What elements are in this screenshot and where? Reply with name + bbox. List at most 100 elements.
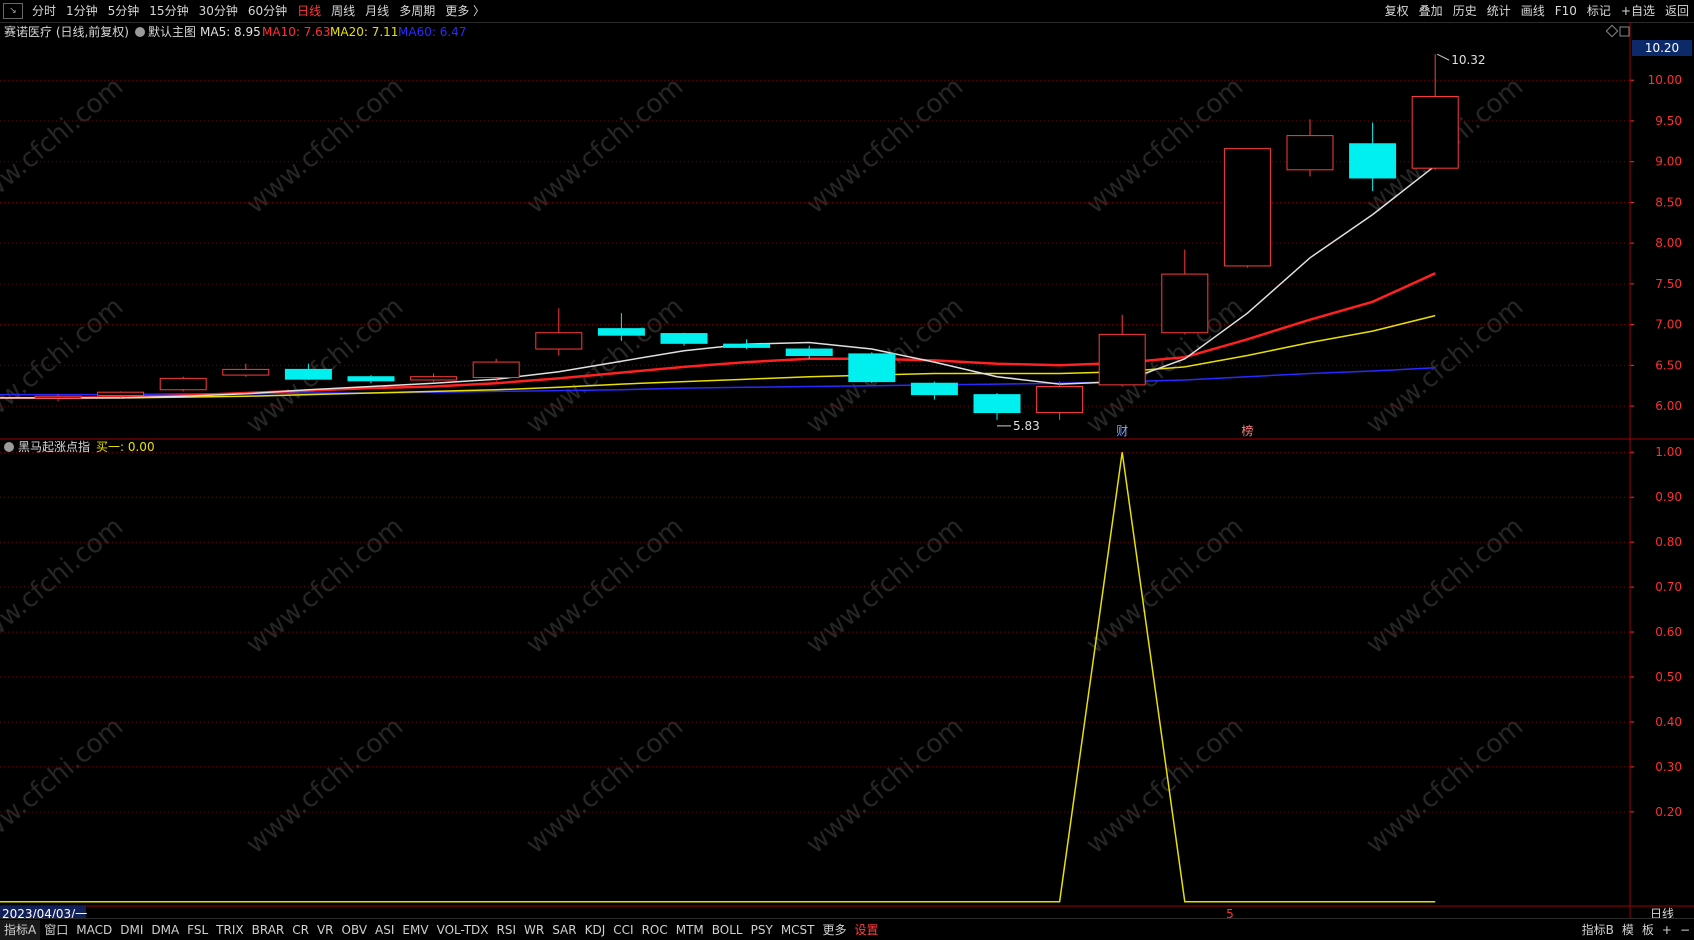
period-corner-label: 日线 — [1650, 907, 1674, 918]
indicator-axis-label: 0.40 — [1655, 715, 1682, 729]
watermark-text: www.cfchi.com — [521, 292, 690, 440]
high-price-label: 10.32 — [1451, 53, 1485, 67]
sub-indicator-value: 买一: 0.00 — [96, 440, 155, 454]
toolbar-button[interactable]: 叠加 — [1414, 0, 1448, 22]
watermark-text: www.cfchi.com — [0, 512, 129, 660]
indicator-tab[interactable]: DMI — [116, 920, 147, 940]
price-axis-label: 6.50 — [1655, 358, 1682, 372]
candle-body-up — [1161, 273, 1209, 334]
ma-value-label: MA10: 7.63 — [262, 25, 330, 39]
indicator-tab[interactable]: MACD — [72, 920, 116, 940]
watermark-text: www.cfchi.com — [241, 72, 410, 220]
toolbar-button[interactable]: 画线 — [1516, 0, 1550, 22]
indicator-tab[interactable]: 指标A — [0, 919, 41, 940]
price-axis-label: 8.50 — [1655, 195, 1682, 209]
indicator-axis-label: 0.90 — [1655, 490, 1682, 504]
candle-body-up — [1411, 96, 1459, 169]
indicator-tab[interactable]: 设置 — [851, 920, 883, 940]
watermark-text: www.cfchi.com — [1361, 512, 1530, 660]
last-price-text: 10.20 — [1645, 41, 1679, 55]
event-marker: 榜 — [1241, 423, 1253, 438]
low-price-label: 5.83 — [1013, 419, 1040, 433]
indicator-tab[interactable]: PSY — [747, 920, 777, 940]
date-label: 2023/04/03/一 — [2, 907, 87, 918]
indicator-tab[interactable]: RSI — [493, 920, 521, 940]
indicator-tab[interactable]: EMV — [398, 920, 432, 940]
indicator-axis-label: 0.80 — [1655, 535, 1682, 549]
watermark-text: www.cfchi.com — [521, 512, 690, 660]
sub-indicator-toggle-icon[interactable] — [4, 442, 14, 452]
candle-body-up — [1036, 385, 1084, 414]
top-toolbar: ↘ 分时 1分钟 5分钟 15分钟 30分钟 60分钟 日线 周线 月线 多周期 更多 〉 复权 叠加 历史… — [0, 0, 1694, 23]
indicator-tab[interactable]: MCST — [777, 920, 819, 940]
indicator-tab[interactable]: MTM — [672, 920, 708, 940]
watermark-text: www.cfchi.com — [241, 512, 410, 660]
chart-area: www.cfchi.com www.cfchi.com www.cfchi.com w… — [0, 22, 1694, 918]
indicator-tab[interactable]: CCI — [609, 920, 637, 940]
indicator-tab[interactable]: 更多 — [819, 920, 851, 940]
candle-body-up — [1223, 148, 1271, 267]
diamond-icon[interactable] — [1605, 24, 1619, 38]
candle-body-down — [1349, 143, 1397, 179]
indicator-tab[interactable]: OBV — [338, 920, 372, 940]
candle-body-down — [284, 368, 332, 380]
indicator-tab[interactable]: VOL-TDX — [433, 920, 493, 940]
bottom-right-button[interactable]: + — [1658, 920, 1676, 940]
candle-body-up — [1098, 333, 1146, 386]
window-icon[interactable] — [1619, 26, 1630, 37]
price-axis-label: 8.00 — [1655, 236, 1682, 250]
period-tab[interactable]: 1分钟 — [61, 0, 103, 22]
candle-body-down — [785, 348, 833, 357]
toolbar-button[interactable]: 统计 — [1482, 0, 1516, 22]
indicator-tab[interactable]: BOLL — [708, 920, 747, 940]
period-tab[interactable]: 分时 — [27, 0, 61, 22]
candle-body-up — [1286, 135, 1334, 171]
event-marker: 财 — [1116, 424, 1128, 438]
candle-body-down — [723, 343, 771, 348]
indicator-tab[interactable]: FSL — [183, 920, 212, 940]
ma-value-label: MA20: 7.11 — [330, 25, 398, 39]
bottom-right-button[interactable]: 指标B — [1578, 920, 1618, 940]
period-tab[interactable]: 15分钟 — [144, 0, 193, 22]
toolbar-button[interactable]: F10 — [1550, 0, 1582, 22]
indicator-tab[interactable]: KDJ — [581, 920, 610, 940]
toolbar-button[interactable]: 复权 — [1380, 0, 1414, 22]
period-tab[interactable]: 周线 — [326, 0, 360, 22]
indicator-tab[interactable]: ASI — [371, 920, 398, 940]
indicator-tab-bar: 指标A 窗口 MACD DMI DMA FSL TRIX BRAR CR VR OBV ASI EMV V… — [0, 918, 1694, 940]
period-tab[interactable]: 5分钟 — [103, 0, 145, 22]
period-tab[interactable]: 多周期 — [394, 0, 440, 22]
bottom-right-button[interactable]: 板 — [1638, 920, 1658, 940]
indicator-tab[interactable]: VR — [313, 920, 338, 940]
indicator-tab[interactable]: CR — [288, 920, 313, 940]
watermark-text: www.cfchi.com — [0, 292, 129, 440]
indicator-tab[interactable]: BRAR — [248, 920, 289, 940]
price-axis-label: 6.00 — [1655, 399, 1682, 413]
period-tab[interactable]: 更多 〉 — [440, 0, 490, 22]
ma-value-label: MA5: 8.95 — [200, 25, 261, 39]
period-tab[interactable]: 月线 — [360, 0, 394, 22]
toolbar-button[interactable]: +自选 — [1616, 0, 1660, 22]
main-indicator-toggle-icon[interactable] — [135, 27, 145, 37]
toolbar-button[interactable]: 返回 — [1660, 0, 1694, 22]
toolbar-button[interactable]: 历史 — [1448, 0, 1482, 22]
period-tab[interactable]: 30分钟 — [194, 0, 243, 22]
candle-body-up — [472, 361, 520, 379]
indicator-tab[interactable]: DMA — [147, 920, 183, 940]
period-tab[interactable]: 60分钟 — [243, 0, 292, 22]
candle-body-down — [848, 353, 896, 383]
indicator-tab[interactable]: TRIX — [212, 920, 247, 940]
bottom-right-button[interactable]: 模 — [1618, 920, 1638, 940]
indicator-tab[interactable]: 窗口 — [40, 920, 72, 940]
candle-body-down — [597, 328, 645, 336]
watermark-text: www.cfchi.com — [801, 712, 970, 860]
indicator-tab[interactable]: WR — [520, 920, 548, 940]
toolbar-button[interactable]: 标记 — [1582, 0, 1616, 22]
indicator-tab[interactable]: SAR — [548, 920, 580, 940]
bottom-right-button[interactable]: − — [1676, 920, 1694, 940]
app-logo-icon[interactable]: ↘ — [3, 3, 23, 19]
watermark-text: www.cfchi.com — [241, 292, 410, 440]
candle-body-up — [159, 377, 207, 391]
period-tab[interactable]: 日线 — [292, 0, 326, 22]
indicator-tab[interactable]: ROC — [638, 920, 672, 940]
